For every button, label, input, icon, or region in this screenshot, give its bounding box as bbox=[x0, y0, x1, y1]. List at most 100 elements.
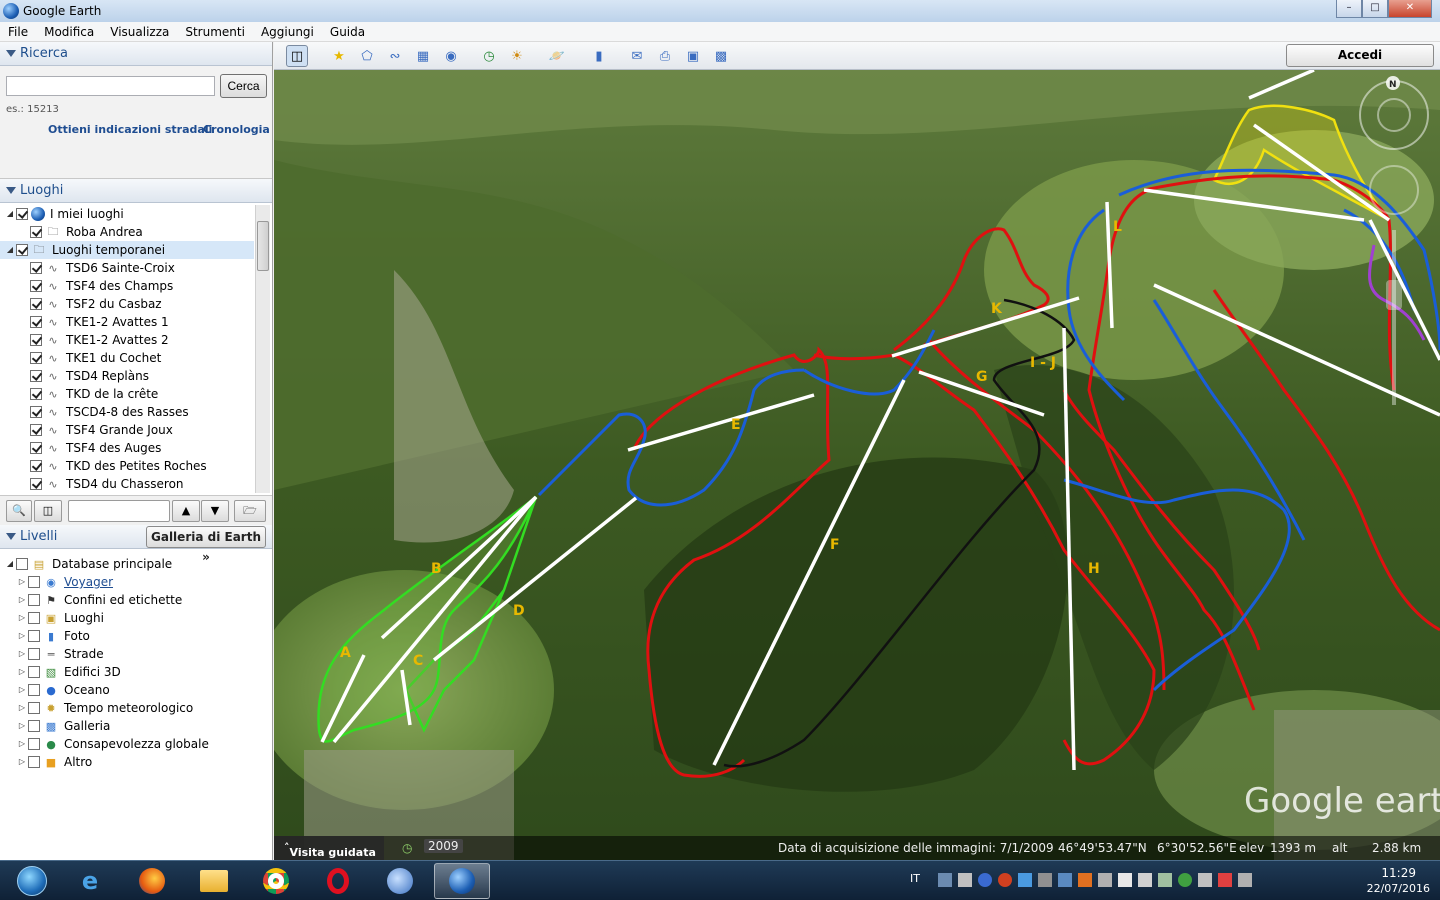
visibility-checkbox[interactable] bbox=[30, 442, 42, 454]
tour-record-icon[interactable]: ◉ bbox=[440, 45, 462, 67]
earth-3d-view[interactable]: A B C D E F G H I - J K L N Google earth… bbox=[274, 70, 1440, 860]
layer-item[interactable]: ▷ ⚑ Confini ed etichette bbox=[0, 591, 272, 609]
places-item[interactable]: ∿ TKE1 du Cochet bbox=[0, 349, 254, 367]
visibility-checkbox[interactable] bbox=[30, 298, 42, 310]
expand-arrow-icon[interactable]: ▷ bbox=[18, 740, 26, 748]
places-item[interactable]: ◢ I miei luoghi bbox=[0, 205, 254, 223]
mail-client-icon[interactable] bbox=[372, 863, 428, 899]
expand-arrow-icon[interactable]: ▷ bbox=[18, 596, 26, 604]
imagery-year[interactable]: 2009 bbox=[424, 839, 463, 853]
places-item[interactable]: ∿ TKD des Petites Roches bbox=[0, 457, 254, 475]
layer-checkbox[interactable] bbox=[28, 630, 40, 642]
panel-toggle-button[interactable]: ◫ bbox=[34, 500, 62, 522]
sunlight-icon[interactable]: ☀ bbox=[506, 45, 528, 67]
visibility-checkbox[interactable] bbox=[30, 334, 42, 346]
layer-checkbox[interactable] bbox=[28, 720, 40, 732]
search-input[interactable] bbox=[6, 76, 215, 96]
visibility-checkbox[interactable] bbox=[16, 244, 28, 256]
new-folder-button[interactable]: 🗁 bbox=[234, 500, 266, 522]
save-image-icon[interactable]: ▩ bbox=[710, 45, 732, 67]
tray-icon[interactable] bbox=[1018, 873, 1032, 887]
places-item[interactable]: ∿ TSD6 Sainte-Croix bbox=[0, 259, 254, 277]
layer-item[interactable]: ▷ ◉ Voyager bbox=[0, 573, 272, 591]
visibility-checkbox[interactable] bbox=[16, 208, 28, 220]
tray-icon[interactable] bbox=[1078, 873, 1092, 887]
search-button[interactable]: Cerca bbox=[220, 74, 267, 98]
visibility-checkbox[interactable] bbox=[30, 226, 42, 238]
places-item[interactable]: ∿ TSD4 Replàns bbox=[0, 367, 254, 385]
menu-file[interactable]: File bbox=[0, 25, 36, 39]
visibility-checkbox[interactable] bbox=[30, 352, 42, 364]
places-item[interactable]: ∿ TKD de la crête bbox=[0, 385, 254, 403]
visibility-checkbox[interactable] bbox=[30, 460, 42, 472]
expand-arrow-icon[interactable]: ▷ bbox=[18, 650, 26, 658]
print-icon[interactable]: ⎙ bbox=[654, 45, 676, 67]
clock-time[interactable]: 11:29 bbox=[1381, 866, 1416, 880]
places-item[interactable]: ◢ 🗀 Luoghi temporanei bbox=[0, 241, 254, 259]
layer-item[interactable]: ▷ ═ Strade bbox=[0, 645, 272, 663]
visibility-checkbox[interactable] bbox=[30, 316, 42, 328]
tray-icon[interactable] bbox=[1178, 873, 1192, 887]
expand-arrow-icon[interactable]: ▷ bbox=[18, 704, 26, 712]
places-item[interactable]: ∿ TKE1-2 Avattes 2 bbox=[0, 331, 254, 349]
places-item[interactable]: ∿ TSF4 des Auges bbox=[0, 439, 254, 457]
expand-arrow-icon[interactable]: ▷ bbox=[18, 758, 26, 766]
layer-checkbox[interactable] bbox=[28, 594, 40, 606]
historical-clock-icon[interactable]: ◷ bbox=[402, 841, 412, 855]
opera-icon[interactable] bbox=[310, 863, 366, 899]
places-item[interactable]: ∿ TSD4 du Chasseron bbox=[0, 475, 254, 493]
path-icon[interactable]: ∾ bbox=[384, 45, 406, 67]
layer-item[interactable]: ▷ ■ Altro bbox=[0, 753, 272, 771]
visibility-checkbox[interactable] bbox=[30, 388, 42, 400]
clock-date[interactable]: 22/07/2016 bbox=[1367, 882, 1430, 895]
layer-checkbox[interactable] bbox=[28, 684, 40, 696]
tray-icon[interactable] bbox=[1038, 873, 1052, 887]
network-icon[interactable] bbox=[1138, 873, 1152, 887]
firefox-icon[interactable] bbox=[124, 863, 180, 899]
start-button[interactable] bbox=[4, 863, 60, 899]
scrollbar-thumb[interactable] bbox=[257, 221, 269, 271]
historical-imagery-icon[interactable]: ◷ bbox=[478, 45, 500, 67]
guided-tour-button[interactable]: ˄ Visita guidata bbox=[274, 836, 384, 860]
places-item[interactable]: ∿ TSF2 du Casbaz bbox=[0, 295, 254, 313]
sidebar-toggle-icon[interactable]: ◫ bbox=[286, 45, 308, 67]
history-link[interactable]: Cronologia bbox=[203, 123, 270, 136]
tray-icon[interactable] bbox=[1058, 873, 1072, 887]
chrome-icon[interactable] bbox=[248, 863, 304, 899]
menu-add[interactable]: Aggiungi bbox=[253, 25, 322, 39]
tray-icon[interactable] bbox=[998, 873, 1012, 887]
overlay-icon[interactable]: ▦ bbox=[412, 45, 434, 67]
search-panel-header[interactable]: Ricerca bbox=[0, 42, 272, 66]
planets-icon[interactable]: 🪐 bbox=[546, 45, 568, 67]
visibility-checkbox[interactable] bbox=[30, 370, 42, 382]
menu-view[interactable]: Visualizza bbox=[102, 25, 177, 39]
earth-gallery-button[interactable]: Galleria di Earth » bbox=[146, 526, 266, 564]
expand-arrow-icon[interactable]: ▷ bbox=[18, 668, 26, 676]
expand-arrow-icon[interactable]: ▷ bbox=[18, 614, 26, 622]
tray-icon[interactable] bbox=[978, 873, 992, 887]
expand-arrow-icon[interactable]: ▷ bbox=[18, 686, 26, 694]
places-item[interactable]: ∿ TSF4 des Champs bbox=[0, 277, 254, 295]
polygon-icon[interactable]: ⬠ bbox=[356, 45, 378, 67]
zoom-slider-thumb[interactable] bbox=[1386, 280, 1402, 310]
expand-arrow-icon[interactable]: ◢ bbox=[6, 246, 14, 254]
menu-help[interactable]: Guida bbox=[322, 25, 373, 39]
directions-link[interactable]: Ottieni indicazioni stradali bbox=[48, 123, 212, 136]
places-item[interactable]: ∿ TSF4 Grande Joux bbox=[0, 421, 254, 439]
internet-explorer-icon[interactable]: e bbox=[62, 863, 118, 899]
layer-checkbox[interactable] bbox=[28, 702, 40, 714]
visibility-checkbox[interactable] bbox=[30, 478, 42, 490]
places-scrollbar[interactable] bbox=[255, 205, 270, 493]
layer-item[interactable]: ▷ ▣ Luoghi bbox=[0, 609, 272, 627]
expand-arrow-icon[interactable]: ▷ bbox=[18, 632, 26, 640]
minimize-button[interactable]: – bbox=[1336, 0, 1362, 18]
menu-tools[interactable]: Strumenti bbox=[177, 25, 253, 39]
layer-checkbox[interactable] bbox=[16, 558, 28, 570]
file-explorer-icon[interactable] bbox=[186, 863, 242, 899]
layer-item[interactable]: ▷ ▩ Galleria bbox=[0, 717, 272, 735]
layer-item[interactable]: ▷ ● Oceano bbox=[0, 681, 272, 699]
menu-edit[interactable]: Modifica bbox=[36, 25, 102, 39]
places-item[interactable]: ∿ TSCD4-8 des Rasses bbox=[0, 403, 254, 421]
expand-arrow-icon[interactable]: ◢ bbox=[6, 210, 14, 218]
move-down-button[interactable]: ▼ bbox=[201, 500, 229, 522]
